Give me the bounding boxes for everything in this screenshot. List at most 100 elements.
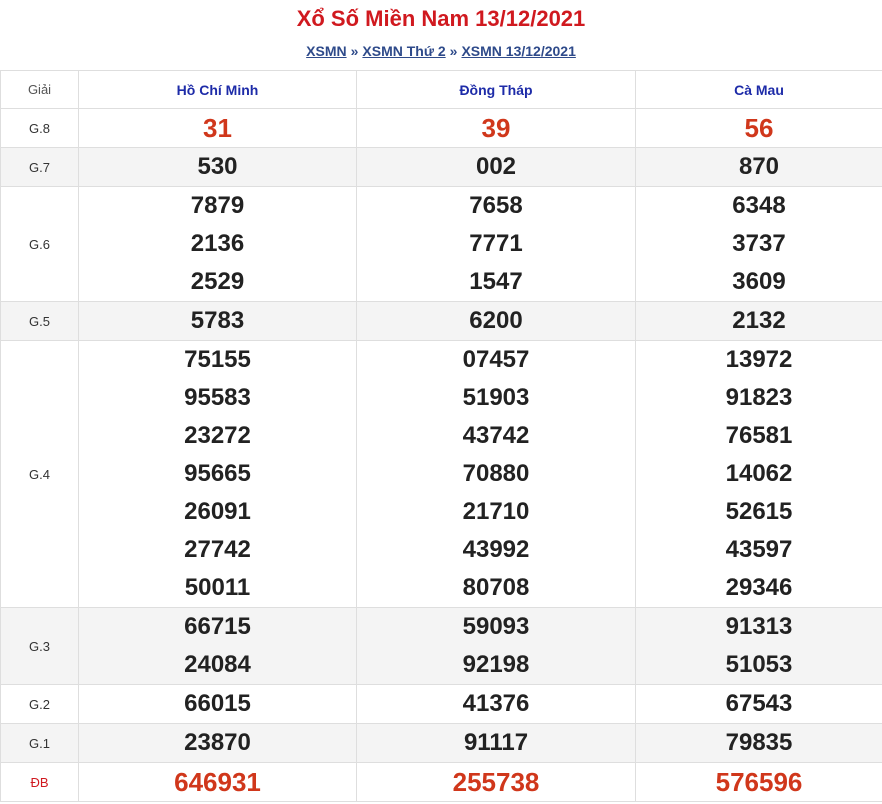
lottery-number: 002 [475,153,517,180]
lottery-number: 91823 [725,384,793,411]
result-cell: 07457 51903 43742 70880 21710 43992 80708 [356,340,636,608]
lottery-number: 7658 [469,192,523,219]
table-row: ĐB 646931 255738 576596 [0,762,882,802]
result-cell: 5783 [78,301,357,341]
lottery-number: 76581 [725,422,793,449]
lottery-number: 79835 [725,729,793,756]
prize-label: G.2 [0,684,79,724]
result-cell: 31 [78,108,357,148]
table-row: G.2 66015 41376 67543 [0,684,882,724]
lottery-number: 1547 [469,268,523,295]
result-cell: 255738 [356,762,636,802]
breadcrumb: XSMN» XSMN Thứ 2» XSMN 13/12/2021 [0,42,882,60]
result-cell: 2132 [635,301,882,341]
result-cell: 646931 [78,762,357,802]
result-cell: 39 [356,108,636,148]
lottery-number: 80708 [462,574,530,601]
lottery-number: 66715 [184,613,251,640]
page: Xổ Số Miền Nam 13/12/2021 XSMN» XSMN Thứ … [0,0,882,804]
lottery-number: 646931 [174,767,261,797]
lottery-number: 6200 [469,307,523,334]
table-header-row: Giải Hồ Chí Minh Đồng Tháp Cà Mau [0,70,882,109]
lottery-number: 07457 [462,346,530,373]
prize-label: G.8 [0,108,79,148]
page-title: Xổ Số Miền Nam 13/12/2021 [296,6,586,31]
lottery-number: 576596 [715,767,803,797]
breadcrumb-link-xsmn-weekday[interactable]: XSMN Thứ 2 [362,43,445,59]
result-cell: 59093 92198 [356,607,636,685]
lottery-number: 6348 [732,192,786,219]
results-table: Giải Hồ Chí Minh Đồng Tháp Cà Mau G.8 31 3… [0,70,882,802]
lottery-number: 43597 [725,536,793,563]
result-cell: 576596 [635,762,882,802]
lottery-number: 29346 [725,574,793,601]
lottery-number: 3609 [732,268,786,295]
lottery-number: 67543 [725,690,793,717]
lottery-number: 530 [197,153,238,180]
table-row: G.8 31 39 56 [0,108,882,148]
lottery-number: 91117 [463,729,529,756]
result-cell: 91313 51053 [635,607,882,685]
lottery-number: 51053 [725,651,793,678]
lottery-number: 59093 [462,613,530,640]
page-header: Xổ Số Miền Nam 13/12/2021 XSMN» XSMN Thứ … [0,0,882,70]
breadcrumb-link-xsmn-date[interactable]: XSMN 13/12/2021 [461,43,575,59]
lottery-number: 2136 [190,230,245,257]
result-cell: 66715 24084 [78,607,357,685]
prize-label: G.7 [0,147,79,187]
prize-label: G.5 [0,301,79,341]
prize-label: G.1 [0,723,79,763]
lottery-number: 91313 [725,613,793,640]
prize-label: G.6 [0,186,79,302]
result-cell: 66015 [78,684,357,724]
lottery-number: 51903 [462,384,530,411]
result-cell: 13972 91823 76581 14062 52615 43597 29346 [635,340,882,608]
lottery-number: 870 [738,153,780,180]
lottery-number: 14062 [725,460,793,487]
lottery-number: 23272 [184,422,251,449]
result-cell: 002 [356,147,636,187]
lottery-number: 26091 [184,498,251,525]
result-cell: 56 [635,108,882,148]
result-cell: 79835 [635,723,882,763]
result-cell: 7879 2136 2529 [78,186,357,302]
lottery-number: 5783 [190,307,245,334]
table-row: G.7 530 002 870 [0,147,882,187]
lottery-number: 13972 [725,346,793,373]
prize-column-header: Giải [0,70,79,109]
lottery-number: 95583 [184,384,251,411]
result-cell: 91117 [356,723,636,763]
lottery-number: 56 [744,113,774,143]
result-cell: 41376 [356,684,636,724]
province-header-hcm[interactable]: Hồ Chí Minh [78,70,357,109]
lottery-number: 95665 [184,460,251,487]
prize-label: ĐB [0,762,79,802]
lottery-number: 39 [481,113,511,143]
lottery-number: 75155 [184,346,251,373]
result-cell: 7658 7771 1547 [356,186,636,302]
results-body: G.8 31 39 56 G.7 530 002 870 G.6 7879 2136 2529 7658… [0,108,882,802]
table-row: G.1 23870 91117 79835 [0,723,882,763]
lottery-number: 255738 [452,767,540,797]
lottery-number: 24084 [184,651,251,678]
lottery-number: 21710 [462,498,530,525]
lottery-number: 3737 [732,230,786,257]
lottery-number: 7879 [190,192,245,219]
prize-label: G.4 [0,340,79,608]
lottery-number: 70880 [462,460,530,487]
lottery-number: 92198 [462,651,530,678]
result-cell: 530 [78,147,357,187]
table-row: G.4 75155 95583 23272 95665 26091 27742 50011 07… [0,340,882,608]
result-cell: 23870 [78,723,357,763]
lottery-number: 52615 [725,498,793,525]
lottery-number: 41376 [462,690,530,717]
result-cell: 870 [635,147,882,187]
breadcrumb-link-xsmn[interactable]: XSMN [306,43,346,59]
lottery-number: 66015 [184,690,251,717]
lottery-number: 50011 [184,574,251,601]
province-header-ca-mau[interactable]: Cà Mau [635,70,882,109]
lottery-number: 7771 [469,230,523,257]
lottery-number: 27742 [184,536,251,563]
province-header-dong-thap[interactable]: Đồng Tháp [356,70,636,109]
prize-label: G.3 [0,607,79,685]
